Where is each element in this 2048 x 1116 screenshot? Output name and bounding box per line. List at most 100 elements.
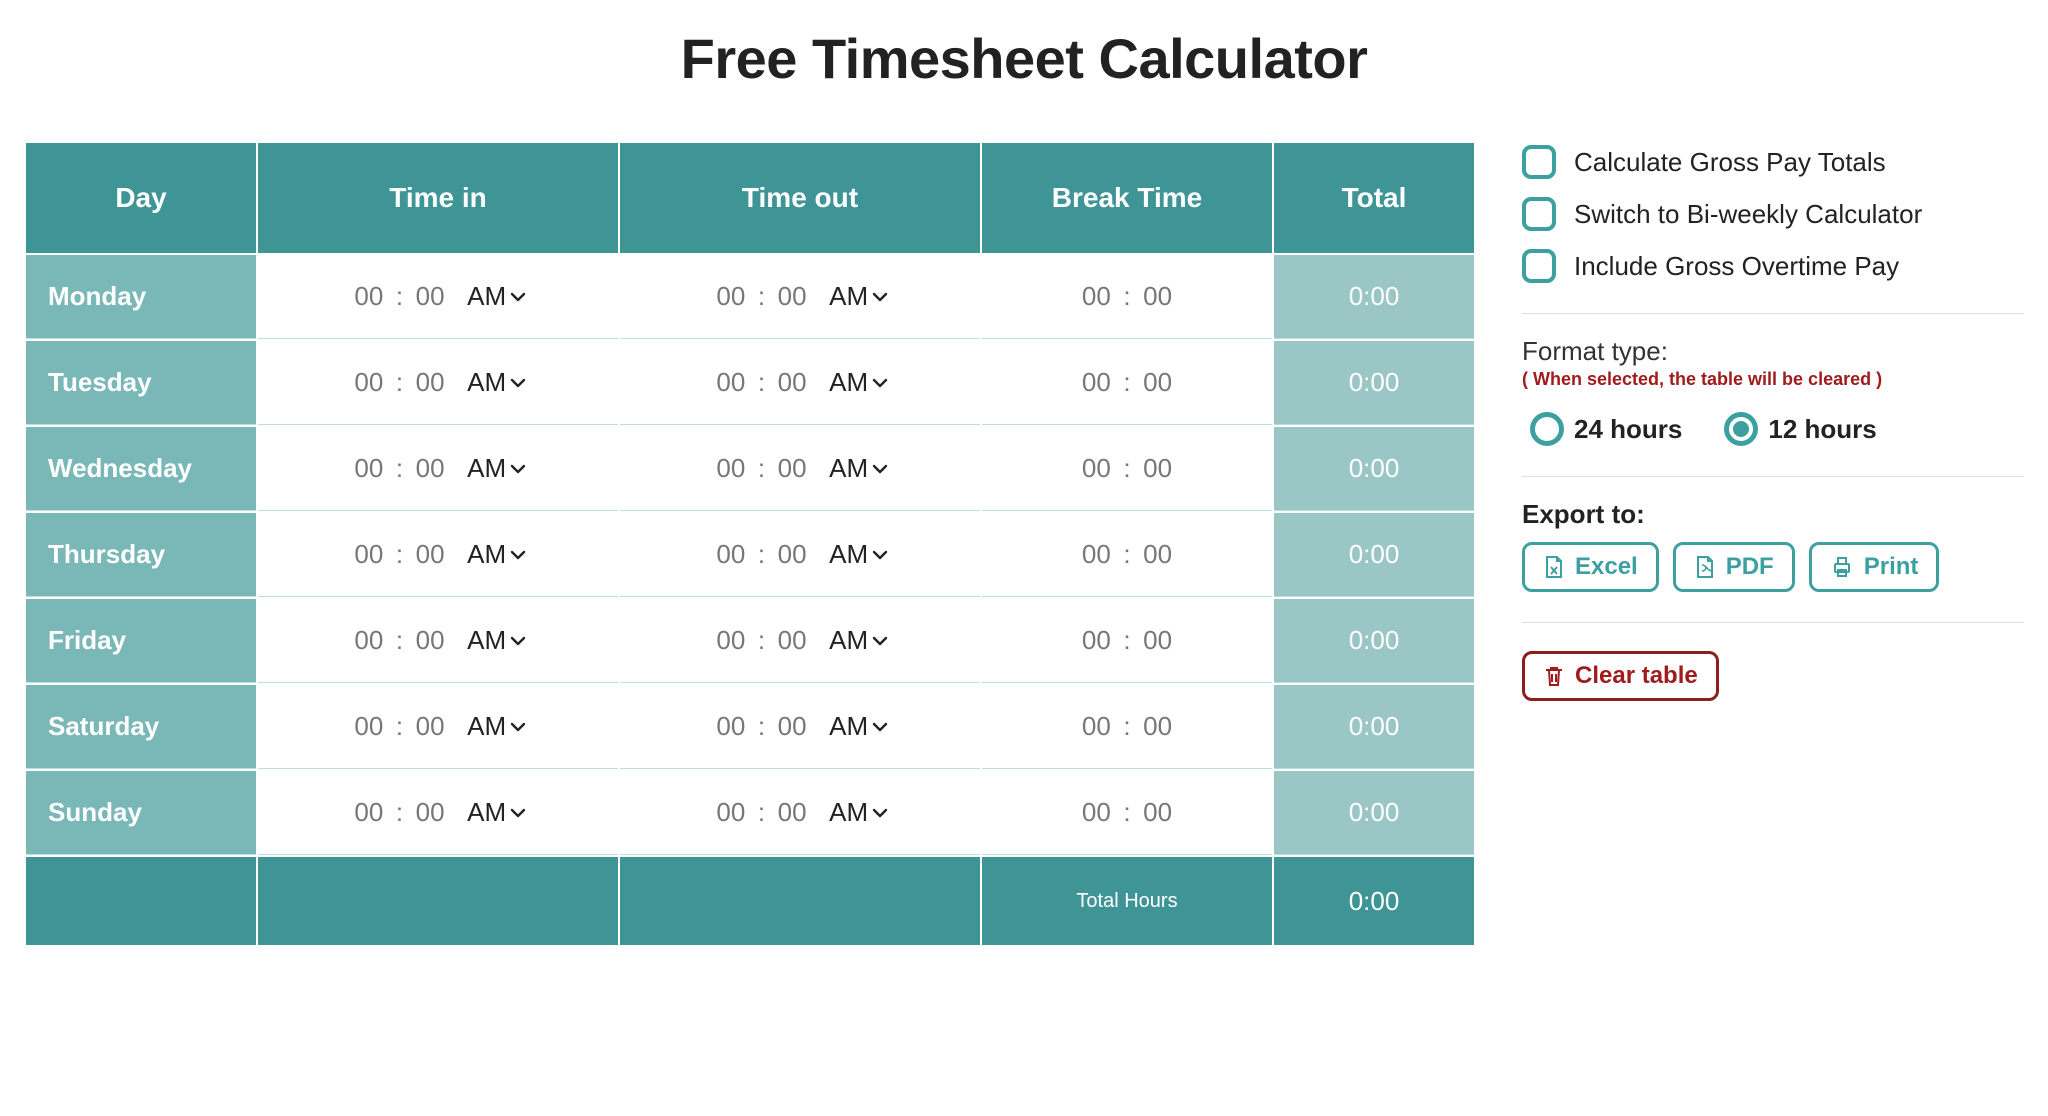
ampm-select[interactable]: AM: [467, 539, 526, 570]
ampm-select[interactable]: AM: [467, 453, 526, 484]
time-input[interactable]: 00:00: [1077, 281, 1176, 312]
hour-field[interactable]: 00: [1077, 711, 1115, 742]
hour-field[interactable]: 00: [712, 711, 750, 742]
ampm-value: AM: [829, 367, 868, 398]
row-total: 0:00: [1274, 685, 1474, 769]
hour-field[interactable]: 00: [1077, 539, 1115, 570]
row-total: 0:00: [1274, 599, 1474, 683]
radio-12-hours[interactable]: 12 hours: [1724, 412, 1876, 446]
time-input[interactable]: 00:00AM: [712, 453, 888, 484]
minute-field[interactable]: 00: [1139, 367, 1177, 398]
export-print-button[interactable]: Print: [1809, 542, 1940, 592]
option-overtime[interactable]: Include Gross Overtime Pay: [1522, 249, 2024, 283]
time-input[interactable]: 00:00: [1077, 539, 1176, 570]
time-input[interactable]: 00:00AM: [712, 539, 888, 570]
minute-field[interactable]: 00: [773, 625, 811, 656]
time-input[interactable]: 00:00AM: [350, 367, 526, 398]
minute-field[interactable]: 00: [773, 367, 811, 398]
radio-24-hours[interactable]: 24 hours: [1530, 412, 1682, 446]
option-biweekly[interactable]: Switch to Bi-weekly Calculator: [1522, 197, 2024, 231]
hour-field[interactable]: 00: [712, 797, 750, 828]
ampm-select[interactable]: AM: [829, 711, 888, 742]
option-gross-pay[interactable]: Calculate Gross Pay Totals: [1522, 145, 2024, 179]
hour-field[interactable]: 00: [712, 281, 750, 312]
minute-field[interactable]: 00: [773, 797, 811, 828]
hour-field[interactable]: 00: [350, 539, 388, 570]
hour-field[interactable]: 00: [350, 797, 388, 828]
time-input[interactable]: 00:00AM: [712, 711, 888, 742]
minute-field[interactable]: 00: [1139, 797, 1177, 828]
export-excel-button[interactable]: Excel: [1522, 542, 1659, 592]
minute-field[interactable]: 00: [411, 797, 449, 828]
ampm-select[interactable]: AM: [829, 625, 888, 656]
minute-field[interactable]: 00: [411, 281, 449, 312]
time-input[interactable]: 00:00AM: [712, 625, 888, 656]
time-input[interactable]: 00:00: [1077, 711, 1176, 742]
time-input[interactable]: 00:00AM: [712, 281, 888, 312]
radio-label: 24 hours: [1574, 414, 1682, 445]
break-cell: 00:00: [982, 685, 1272, 769]
ampm-select[interactable]: AM: [829, 281, 888, 312]
ampm-select[interactable]: AM: [829, 797, 888, 828]
time-input[interactable]: 00:00AM: [712, 797, 888, 828]
time-input[interactable]: 00:00AM: [350, 797, 526, 828]
ampm-value: AM: [467, 281, 506, 312]
ampm-select[interactable]: AM: [467, 281, 526, 312]
clear-table-button[interactable]: Clear table: [1522, 651, 1719, 701]
minute-field[interactable]: 00: [411, 367, 449, 398]
option-label: Switch to Bi-weekly Calculator: [1574, 199, 1922, 230]
minute-field[interactable]: 00: [1139, 711, 1177, 742]
hour-field[interactable]: 00: [350, 367, 388, 398]
hour-field[interactable]: 00: [1077, 797, 1115, 828]
hour-field[interactable]: 00: [1077, 453, 1115, 484]
time-out-cell: 00:00AM: [620, 685, 980, 769]
time-input[interactable]: 00:00AM: [350, 711, 526, 742]
ampm-select[interactable]: AM: [829, 367, 888, 398]
ampm-select[interactable]: AM: [467, 797, 526, 828]
time-input[interactable]: 00:00AM: [350, 453, 526, 484]
time-input[interactable]: 00:00AM: [712, 367, 888, 398]
time-input[interactable]: 00:00AM: [350, 539, 526, 570]
time-input[interactable]: 00:00AM: [350, 281, 526, 312]
hour-field[interactable]: 00: [350, 281, 388, 312]
hour-field[interactable]: 00: [350, 625, 388, 656]
chevron-down-icon: [872, 721, 888, 733]
hour-field[interactable]: 00: [1077, 625, 1115, 656]
time-input[interactable]: 00:00: [1077, 367, 1176, 398]
ampm-select[interactable]: AM: [829, 539, 888, 570]
minute-field[interactable]: 00: [773, 539, 811, 570]
hour-field[interactable]: 00: [712, 367, 750, 398]
minute-field[interactable]: 00: [773, 281, 811, 312]
ampm-select[interactable]: AM: [467, 625, 526, 656]
ampm-select[interactable]: AM: [829, 453, 888, 484]
time-input[interactable]: 00:00AM: [350, 625, 526, 656]
hour-field[interactable]: 00: [350, 711, 388, 742]
export-pdf-button[interactable]: PDF: [1673, 542, 1795, 592]
footer-blank: [620, 857, 980, 945]
minute-field[interactable]: 00: [1139, 625, 1177, 656]
minute-field[interactable]: 00: [773, 453, 811, 484]
minute-field[interactable]: 00: [1139, 539, 1177, 570]
minute-field[interactable]: 00: [1139, 453, 1177, 484]
row-total: 0:00: [1274, 771, 1474, 855]
format-type-label: Format type:: [1522, 336, 2024, 367]
minute-field[interactable]: 00: [411, 625, 449, 656]
colon: :: [1123, 797, 1130, 828]
hour-field[interactable]: 00: [1077, 367, 1115, 398]
minute-field[interactable]: 00: [1139, 281, 1177, 312]
ampm-select[interactable]: AM: [467, 367, 526, 398]
checkbox-icon: [1522, 197, 1556, 231]
time-input[interactable]: 00:00: [1077, 625, 1176, 656]
hour-field[interactable]: 00: [350, 453, 388, 484]
minute-field[interactable]: 00: [411, 539, 449, 570]
hour-field[interactable]: 00: [712, 453, 750, 484]
ampm-select[interactable]: AM: [467, 711, 526, 742]
minute-field[interactable]: 00: [411, 711, 449, 742]
hour-field[interactable]: 00: [712, 625, 750, 656]
time-input[interactable]: 00:00: [1077, 797, 1176, 828]
hour-field[interactable]: 00: [1077, 281, 1115, 312]
minute-field[interactable]: 00: [411, 453, 449, 484]
time-input[interactable]: 00:00: [1077, 453, 1176, 484]
minute-field[interactable]: 00: [773, 711, 811, 742]
hour-field[interactable]: 00: [712, 539, 750, 570]
